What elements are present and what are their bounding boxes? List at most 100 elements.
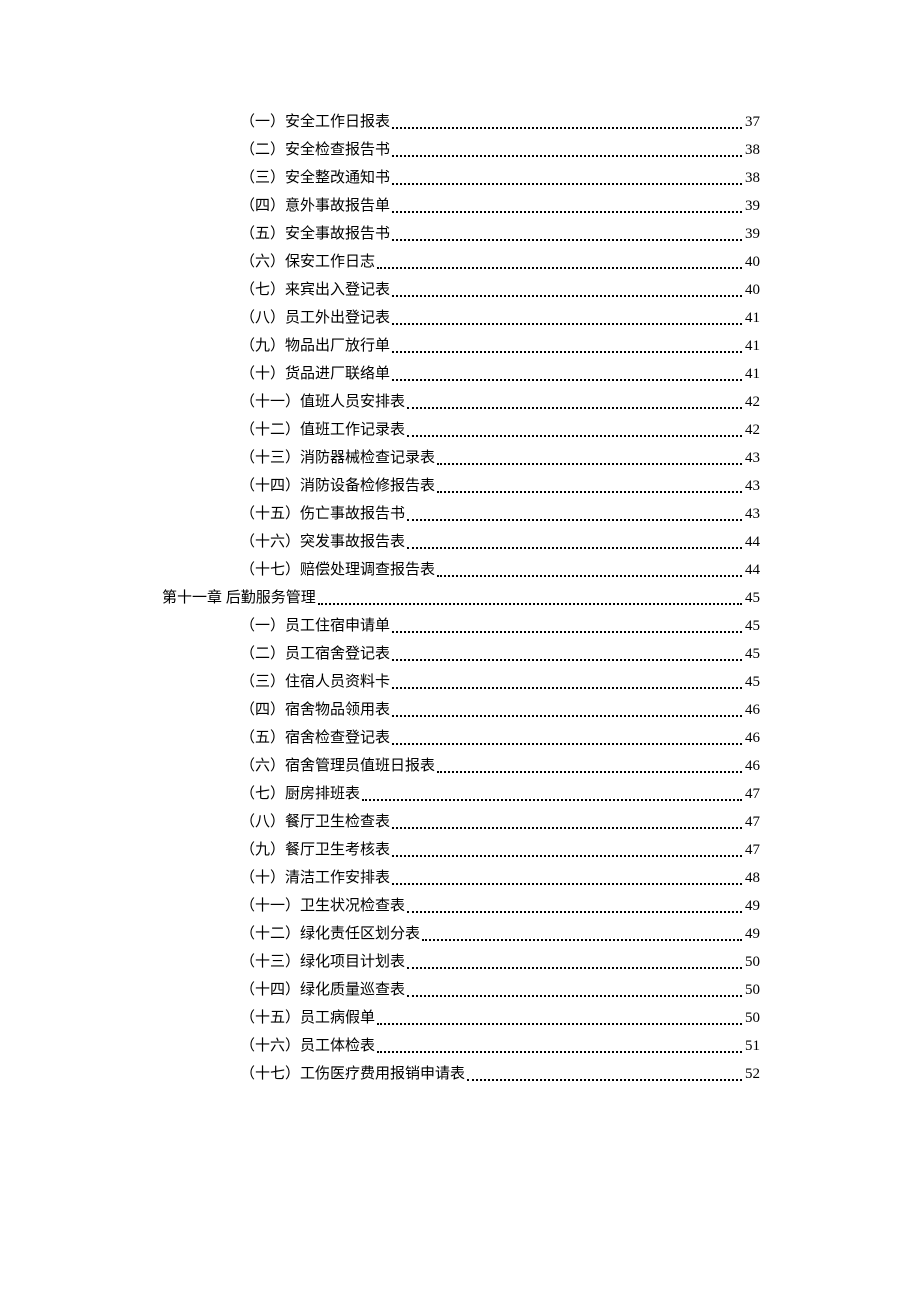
toc-entry-page: 38 — [745, 166, 760, 190]
toc-entry: （十一）卫生状况检查表49 — [162, 894, 760, 918]
toc-entry-page: 37 — [745, 110, 760, 134]
toc-leader — [407, 407, 742, 409]
toc-entry-label: （九）物品出厂放行单 — [240, 334, 390, 358]
toc-entry: （十六）员工体检表51 — [162, 1034, 760, 1058]
toc-entry-page: 42 — [745, 418, 760, 442]
toc-entry-label: （八）员工外出登记表 — [240, 306, 390, 330]
toc-leader — [392, 211, 742, 213]
toc-entry-page: 51 — [745, 1034, 760, 1058]
toc-entry-label: （六）保安工作日志 — [240, 250, 375, 274]
toc-entry-label: （七）来宾出入登记表 — [240, 278, 390, 302]
toc-leader — [437, 463, 742, 465]
toc-leader — [392, 659, 742, 661]
toc-entry: （四）宿舍物品领用表 46 — [162, 698, 760, 722]
toc-entry-page: 39 — [745, 222, 760, 246]
toc-leader — [392, 183, 742, 185]
toc-leader — [392, 855, 742, 857]
toc-entry-label: （十）清洁工作安排表 — [240, 866, 390, 890]
toc-entry-page: 52 — [745, 1062, 760, 1086]
toc-entry-label: （四）意外事故报告单 — [240, 194, 390, 218]
toc-entry-page: 47 — [745, 810, 760, 834]
toc-leader — [407, 995, 742, 997]
toc-entry: （十六）突发事故报告表44 — [162, 530, 760, 554]
toc-leader — [392, 883, 742, 885]
toc-entry: （十一）值班人员安排表42 — [162, 390, 760, 414]
toc-entry-label: （一）员工住宿申请单 — [240, 614, 390, 638]
toc-entry: （十七）工伤医疗费用报销申请表 52 — [162, 1062, 760, 1086]
toc-entry: （十三）消防器械检查记录表43 — [162, 446, 760, 470]
toc-entry-label: （十五）员工病假单 — [240, 1006, 375, 1030]
toc-entry: （四）意外事故报告单39 — [162, 194, 760, 218]
toc-leader — [392, 239, 742, 241]
toc-entry: （十二）绿化责任区划分表49 — [162, 922, 760, 946]
toc-leader — [377, 1023, 742, 1025]
toc-entry-page: 48 — [745, 866, 760, 890]
toc-entry: （十）清洁工作安排表 48 — [162, 866, 760, 890]
toc-entry-page: 45 — [745, 614, 760, 638]
toc-entry: （八）员工外出登记表 41 — [162, 306, 760, 330]
toc-entry: （十七）赔偿处理调查报告表44 — [162, 558, 760, 582]
toc-entry-page: 44 — [745, 530, 760, 554]
toc-entry: （五）宿舍检查登记表46 — [162, 726, 760, 750]
toc-leader — [392, 715, 742, 717]
toc-entry-page: 41 — [745, 334, 760, 358]
toc-leader — [392, 295, 742, 297]
toc-leader — [392, 155, 742, 157]
toc-leader — [407, 547, 742, 549]
toc-entry: （十三）绿化项目计划表 50 — [162, 950, 760, 974]
toc-entry-label: （十七）赔偿处理调查报告表 — [240, 558, 435, 582]
toc-entry: （十五）伤亡事故报告书43 — [162, 502, 760, 526]
toc-entry-page: 45 — [745, 670, 760, 694]
toc-entry-label: （三）住宿人员资料卡 — [240, 670, 390, 694]
toc-entry-label: （四）宿舍物品领用表 — [240, 698, 390, 722]
toc-leader — [392, 631, 742, 633]
toc-entry-page: 45 — [745, 586, 760, 610]
toc-leader — [392, 827, 742, 829]
toc-entry-label: （十三）绿化项目计划表 — [240, 950, 405, 974]
toc-leader — [392, 379, 742, 381]
toc-entry-label: （九）餐厅卫生考核表 — [240, 838, 390, 862]
toc-entry: （二）员工宿舍登记表45 — [162, 642, 760, 666]
document-page: （一）安全工作日报表37 （二）安全检查报告书38 （三）安全整改通知书 38 （四）意… — [0, 0, 920, 1086]
toc-entry-label: （十三）消防器械检查记录表 — [240, 446, 435, 470]
toc-leader — [392, 127, 742, 129]
toc-entry: （十）货品进厂联络单41 — [162, 362, 760, 386]
toc-entry-page: 41 — [745, 306, 760, 330]
toc-entry-label: （三）安全整改通知书 — [240, 166, 390, 190]
toc-entry: （九）餐厅卫生考核表47 — [162, 838, 760, 862]
toc-entry: （一）安全工作日报表37 — [162, 110, 760, 134]
toc-entry-label: （十一）值班人员安排表 — [240, 390, 405, 414]
toc-leader — [437, 575, 742, 577]
toc-entry-label: 第十一章 后勤服务管理 — [162, 586, 316, 610]
toc-entry: （二）安全检查报告书38 — [162, 138, 760, 162]
toc-leader — [407, 967, 742, 969]
toc-leader — [437, 491, 742, 493]
toc-entry-label: （十一）卫生状况检查表 — [240, 894, 405, 918]
toc-entry-page: 46 — [745, 698, 760, 722]
toc-entry-page: 45 — [745, 642, 760, 666]
toc-leader — [362, 799, 742, 801]
toc-entry-page: 47 — [745, 782, 760, 806]
toc-entry: （三）住宿人员资料卡 45 — [162, 670, 760, 694]
toc-entry-label: （七）厨房排班表 — [240, 782, 360, 806]
toc-entry-page: 41 — [745, 362, 760, 386]
toc-entry: （六）宿舍管理员值班日报表46 — [162, 754, 760, 778]
toc-entry-label: （十七）工伤医疗费用报销申请表 — [240, 1062, 465, 1086]
toc-entry: 第十一章 后勤服务管理 45 — [162, 586, 760, 610]
toc-entry-page: 40 — [745, 250, 760, 274]
toc-entry-label: （八）餐厅卫生检查表 — [240, 810, 390, 834]
toc-leader — [407, 519, 742, 521]
toc-entry: （十四）绿化质量巡查表50 — [162, 978, 760, 1002]
toc-entry-page: 50 — [745, 978, 760, 1002]
toc-entry-label: （六）宿舍管理员值班日报表 — [240, 754, 435, 778]
toc-entry-page: 43 — [745, 502, 760, 526]
toc-entry: （五）安全事故报告书39 — [162, 222, 760, 246]
toc-leader — [318, 603, 742, 605]
toc-entry: （七）来宾出入登记表40 — [162, 278, 760, 302]
toc-entry-page: 50 — [745, 1006, 760, 1030]
toc-leader — [392, 351, 742, 353]
toc-entry-page: 50 — [745, 950, 760, 974]
toc-leader — [377, 267, 742, 269]
toc-entry: （十五）员工病假单 50 — [162, 1006, 760, 1030]
toc-leader — [392, 687, 742, 689]
